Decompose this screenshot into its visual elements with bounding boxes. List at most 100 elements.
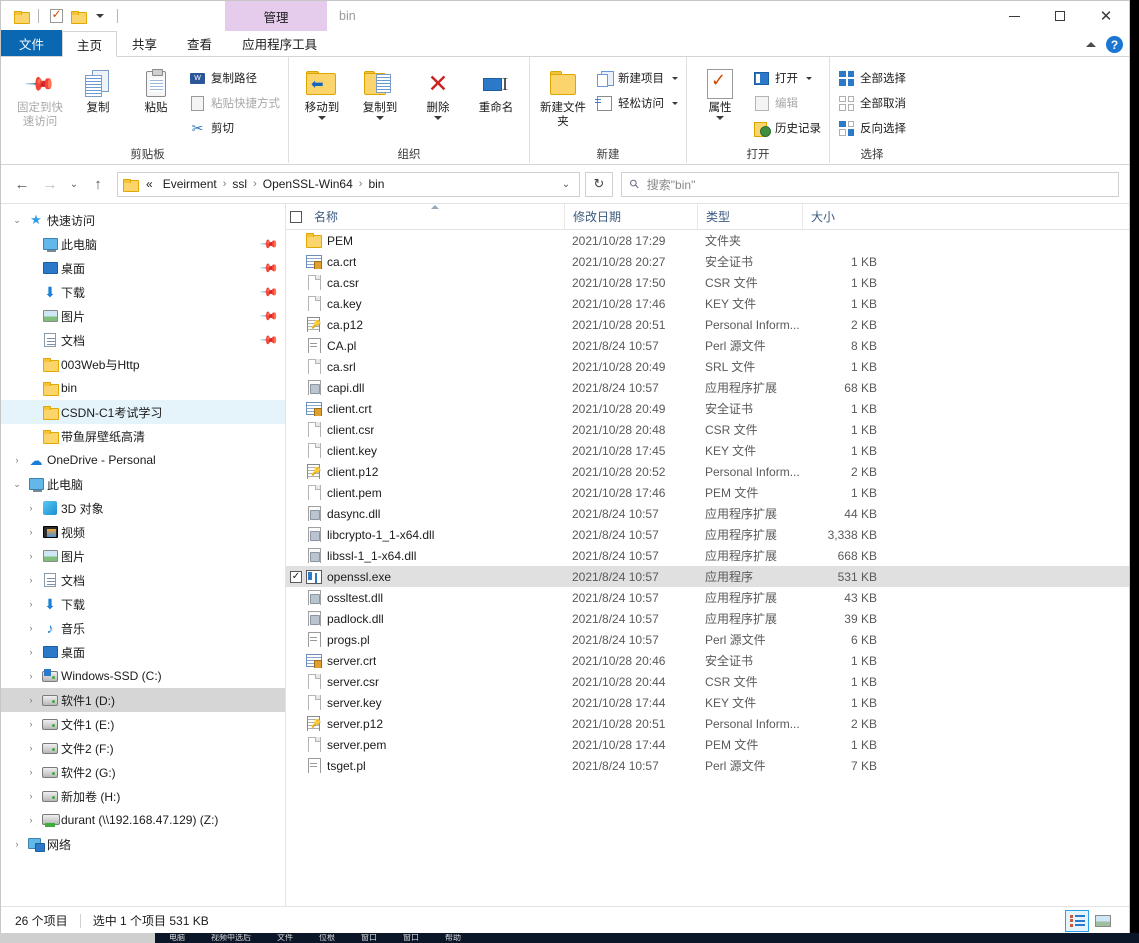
table-row[interactable]: ca.key 2021/10/28 17:46 KEY 文件 1 KB: [286, 293, 1129, 314]
select-all-checkbox[interactable]: [290, 210, 302, 223]
sidebar-item-20-toggle-icon[interactable]: ›: [23, 688, 39, 712]
column-header-name[interactable]: 名称: [306, 204, 564, 230]
copy-to-button[interactable]: 复制到: [351, 61, 409, 139]
back-button[interactable]: ←: [9, 171, 35, 197]
tab-view[interactable]: 查看: [172, 30, 227, 56]
delete-caret-icon[interactable]: [434, 116, 442, 121]
sidebar-item-25[interactable]: › durant (\\192.168.47.129) (Z:): [1, 808, 285, 832]
pin-icon[interactable]: 📌: [259, 330, 279, 350]
tab-file[interactable]: 文件: [1, 30, 63, 56]
column-header-date[interactable]: 修改日期: [564, 203, 697, 230]
properties-button[interactable]: 属性: [691, 61, 749, 139]
paste-shortcut-button[interactable]: 粘贴快捷方式: [185, 92, 284, 114]
table-row[interactable]: ✓ openssl.exe 2021/8/24 10:57 应用程序 531 KB: [286, 566, 1129, 587]
table-row[interactable]: client.crt 2021/10/28 20:49 安全证书 1 KB: [286, 398, 1129, 419]
minimize-button[interactable]: [991, 1, 1037, 31]
address-path-box[interactable]: « Eveirment › ssl › OpenSSL-Win64 › bin …: [117, 171, 580, 197]
table-row[interactable]: libssl-1_1-x64.dll 2021/8/24 10:57 应用程序扩展 6…: [286, 545, 1129, 566]
select-all-button[interactable]: 全部选择: [834, 67, 910, 89]
sidebar-item-12[interactable]: › 3D 对象: [1, 496, 285, 520]
sidebar-item-8[interactable]: CSDN-C1考试学习: [1, 400, 285, 424]
pin-to-quick-access-button[interactable]: 📌 固定到快速访问: [11, 61, 69, 139]
open-caret-icon[interactable]: [806, 76, 812, 80]
row-checkbox-cell[interactable]: ✓: [286, 570, 306, 583]
select-none-button[interactable]: 全部取消: [834, 92, 910, 114]
row-checkbox[interactable]: ✓: [290, 570, 302, 583]
pin-icon[interactable]: 📌: [259, 306, 279, 326]
sidebar-item-25-toggle-icon[interactable]: ›: [23, 808, 39, 832]
table-row[interactable]: client.p12 2021/10/28 20:52 Personal Infor…: [286, 461, 1129, 482]
table-row[interactable]: client.key 2021/10/28 17:45 KEY 文件 1 KB: [286, 440, 1129, 461]
sidebar-item-21-toggle-icon[interactable]: ›: [23, 712, 39, 736]
new-folder-button[interactable]: 新建文件夹: [534, 61, 592, 139]
sidebar-item-26-toggle-icon[interactable]: ›: [9, 832, 25, 856]
sidebar-item-14[interactable]: › 图片: [1, 544, 285, 568]
table-row[interactable]: server.key 2021/10/28 17:44 KEY 文件 1 KB: [286, 692, 1129, 713]
sidebar-item-24[interactable]: › 新加卷 (H:): [1, 784, 285, 808]
sidebar-item-4[interactable]: 图片 📌: [1, 304, 285, 328]
sidebar-item-10-toggle-icon[interactable]: ›: [9, 448, 25, 472]
close-button[interactable]: ✕: [1083, 1, 1129, 31]
collapse-ribbon-icon[interactable]: [1086, 42, 1096, 47]
sidebar-item-13-toggle-icon[interactable]: ›: [23, 520, 39, 544]
table-row[interactable]: tsget.pl 2021/8/24 10:57 Perl 源文件 7 KB: [286, 755, 1129, 776]
table-row[interactable]: CA.pl 2021/8/24 10:57 Perl 源文件 8 KB: [286, 335, 1129, 356]
table-row[interactable]: server.crt 2021/10/28 20:46 安全证书 1 KB: [286, 650, 1129, 671]
sidebar-item-11[interactable]: ⌄ 此电脑: [1, 472, 285, 496]
sidebar-item-22-toggle-icon[interactable]: ›: [23, 736, 39, 760]
pin-icon[interactable]: 📌: [259, 234, 279, 254]
select-all-checkbox-cell[interactable]: [286, 210, 306, 223]
new-item-button[interactable]: 新建项目: [592, 67, 682, 89]
taskbar-item-6[interactable]: 帮助: [445, 934, 461, 942]
sidebar-item-24-toggle-icon[interactable]: ›: [23, 784, 39, 808]
table-row[interactable]: PEM 2021/10/28 17:29 文件夹: [286, 230, 1129, 251]
breadcrumb-item-bin[interactable]: bin: [363, 174, 389, 195]
taskbar-item-1[interactable]: 视频中选后: [211, 934, 251, 942]
maximize-button[interactable]: [1037, 1, 1083, 31]
sidebar-item-12-toggle-icon[interactable]: ›: [23, 496, 39, 520]
search-box[interactable]: ⚲ 搜索"bin": [621, 171, 1119, 197]
copy-path-button[interactable]: W 复制路径: [185, 67, 284, 89]
easy-access-button[interactable]: 轻松访问: [592, 92, 682, 114]
invert-selection-button[interactable]: 反向选择: [834, 117, 910, 139]
sidebar-item-13[interactable]: › 视频: [1, 520, 285, 544]
taskbar-item-0[interactable]: 电脑: [169, 934, 185, 942]
table-row[interactable]: server.p12 2021/10/28 20:51 Personal Infor…: [286, 713, 1129, 734]
breadcrumb-overflow[interactable]: «: [141, 174, 158, 195]
sidebar-item-19[interactable]: › Windows-SSD (C:): [1, 664, 285, 688]
table-row[interactable]: libcrypto-1_1-x64.dll 2021/8/24 10:57 应用程序…: [286, 524, 1129, 545]
refresh-button[interactable]: ↻: [585, 171, 613, 197]
sidebar-item-14-toggle-icon[interactable]: ›: [23, 544, 39, 568]
pin-icon[interactable]: 📌: [259, 258, 279, 278]
sidebar-item-11-toggle-icon[interactable]: ⌄: [9, 472, 25, 496]
sidebar-item-23[interactable]: › 软件2 (G:): [1, 760, 285, 784]
sidebar-item-19-toggle-icon[interactable]: ›: [23, 664, 39, 688]
sidebar-item-1[interactable]: 此电脑 📌: [1, 232, 285, 256]
sidebar-item-18[interactable]: › 桌面: [1, 640, 285, 664]
address-dropdown-icon[interactable]: ⌄: [557, 179, 575, 190]
table-row[interactable]: ca.crt 2021/10/28 20:27 安全证书 1 KB: [286, 251, 1129, 272]
taskbar-item-4[interactable]: 窗口: [361, 934, 377, 942]
table-row[interactable]: ca.p12 2021/10/28 20:51 Personal Inform...…: [286, 314, 1129, 335]
tab-share[interactable]: 共享: [117, 30, 172, 56]
paste-button[interactable]: 粘贴: [127, 61, 185, 139]
forward-button[interactable]: →: [37, 171, 63, 197]
qat-customize-button[interactable]: [90, 6, 110, 26]
cut-button[interactable]: ✂ 剪切: [185, 117, 284, 139]
new-item-caret-icon[interactable]: [672, 76, 678, 80]
table-row[interactable]: capi.dll 2021/8/24 10:57 应用程序扩展 68 KB: [286, 377, 1129, 398]
sidebar-item-15[interactable]: › 文档: [1, 568, 285, 592]
sidebar-item-15-toggle-icon[interactable]: ›: [23, 568, 39, 592]
breadcrumb-item-ssl[interactable]: ssl: [227, 174, 252, 195]
table-row[interactable]: ca.srl 2021/10/28 20:49 SRL 文件 1 KB: [286, 356, 1129, 377]
table-row[interactable]: client.csr 2021/10/28 20:48 CSR 文件 1 KB: [286, 419, 1129, 440]
easy-access-caret-icon[interactable]: [672, 101, 678, 105]
sidebar-item-7[interactable]: bin: [1, 376, 285, 400]
sidebar-item-22[interactable]: › 文件2 (F:): [1, 736, 285, 760]
sidebar-item-9[interactable]: 带鱼屏壁纸高清: [1, 424, 285, 448]
history-button[interactable]: 历史记录: [749, 117, 825, 139]
up-button[interactable]: ↑: [85, 171, 111, 197]
sidebar-item-20[interactable]: › 软件1 (D:): [1, 688, 285, 712]
table-row[interactable]: server.pem 2021/10/28 17:44 PEM 文件 1 KB: [286, 734, 1129, 755]
move-to-button[interactable]: ⬅ 移动到: [293, 61, 351, 139]
